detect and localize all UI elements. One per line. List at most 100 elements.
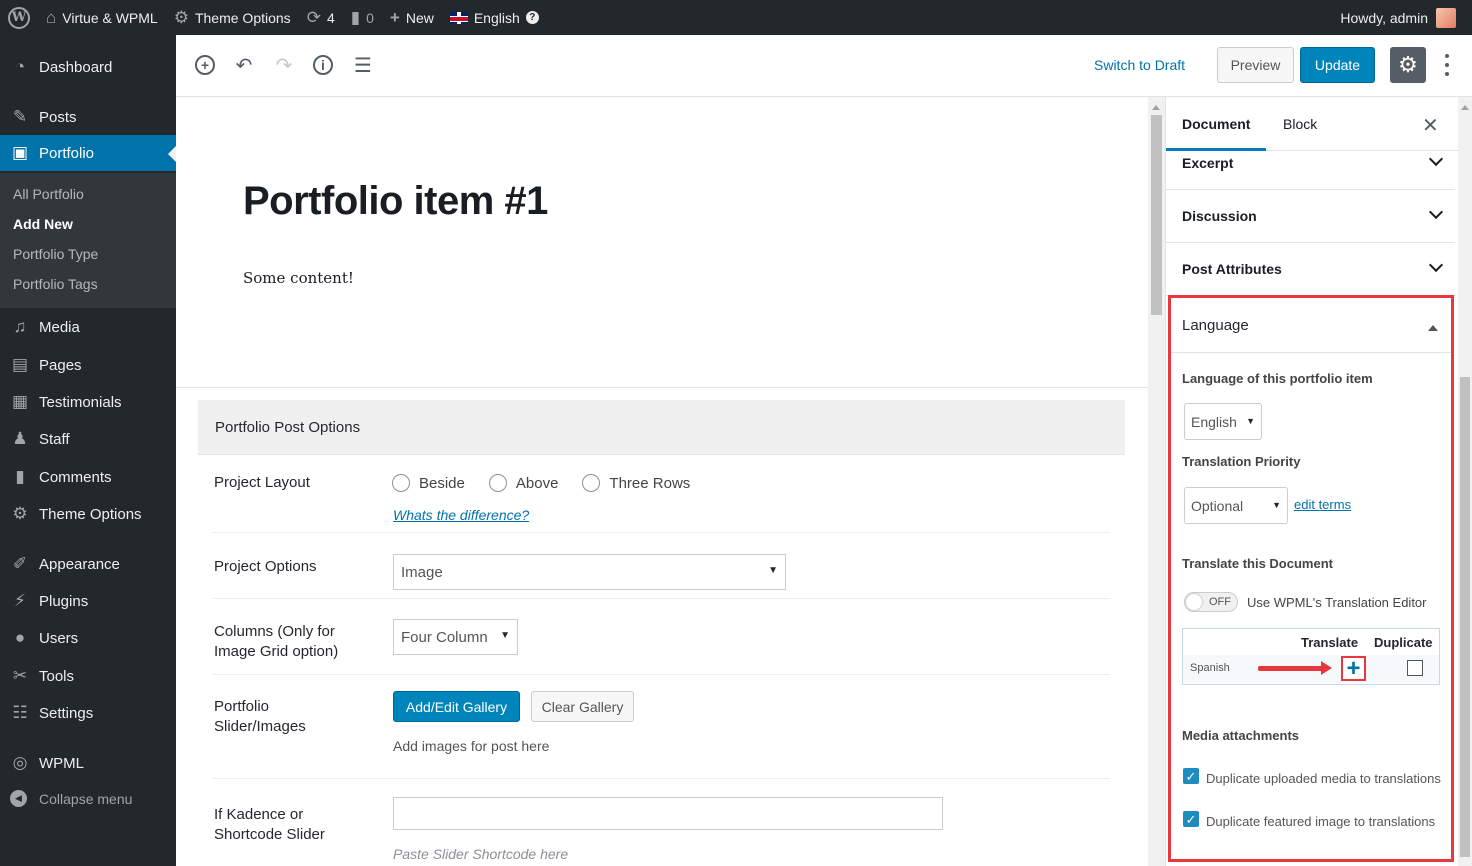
new-content-link[interactable]: + New <box>382 0 442 35</box>
submenu-all-portfolio[interactable]: All Portfolio <box>13 186 84 202</box>
menu-portfolio[interactable]: ▣ Portfolio <box>0 135 176 171</box>
redo-button[interactable]: ↷ <box>272 53 296 77</box>
comments-link[interactable]: ▮ 0 <box>343 0 382 35</box>
menu-staff[interactable]: ♟ Staff <box>0 421 176 457</box>
gallery-row: Portfolio Slider/Images Add/Edit Gallery… <box>212 675 1110 779</box>
columns-label: Columns (Only for Image Grid option) <box>214 623 339 660</box>
menu-users[interactable]: ● Users <box>0 620 176 656</box>
collapse-menu-button[interactable]: ◀ Collapse menu <box>10 790 132 807</box>
sidebar-scrollbar[interactable] <box>1458 97 1472 866</box>
site-name-link[interactable]: ⌂ Virtue & WPML <box>38 0 166 35</box>
menu-theme-options[interactable]: ⚙ Theme Options <box>0 496 176 532</box>
menu-media[interactable]: ♫ Media <box>0 309 176 345</box>
home-icon: ⌂ <box>46 8 57 27</box>
panel-post-attributes[interactable]: Post Attributes <box>1166 243 1455 296</box>
panel-title: Discussion <box>1182 208 1257 224</box>
project-options-label: Project Options <box>214 558 317 575</box>
menu-posts[interactable]: ✎ Posts <box>0 99 176 135</box>
menu-label: Dashboard <box>39 58 113 76</box>
menu-dashboard[interactable]: ◔ Dashboard <box>0 49 176 85</box>
language-panel: Language Language of this portfolio item… <box>1168 295 1454 862</box>
block-navigation-button[interactable]: ☰ <box>351 53 375 77</box>
more-tools-button[interactable] <box>1438 51 1456 79</box>
language-switcher[interactable]: English ? <box>442 0 547 35</box>
dropdown-arrow-icon: ▼ <box>768 565 778 576</box>
panel-excerpt[interactable]: Excerpt <box>1166 137 1455 190</box>
theme-options-link[interactable]: ⚙ Theme Options <box>166 0 299 35</box>
update-button[interactable]: Update <box>1300 47 1375 83</box>
submenu-portfolio-tags[interactable]: Portfolio Tags <box>13 276 98 292</box>
menu-wpml[interactable]: ◎ WPML <box>0 745 176 781</box>
menu-pages[interactable]: ▤ Pages <box>0 347 176 383</box>
submenu-add-new[interactable]: Add New <box>13 216 73 232</box>
panel-discussion[interactable]: Discussion <box>1166 190 1455 243</box>
menu-settings[interactable]: ☷ Settings <box>0 695 176 731</box>
menu-comments[interactable]: ▮ Comments <box>0 459 176 495</box>
menu-label: Theme Options <box>39 505 142 523</box>
content-info-button[interactable]: i <box>311 53 335 77</box>
duplicate-checkbox[interactable] <box>1407 660 1423 676</box>
radio-circle[interactable] <box>488 474 507 492</box>
updates-link[interactable]: ⟳ 4 <box>299 0 343 35</box>
editor-scrollbar[interactable] <box>1148 97 1165 866</box>
collapse-label: Collapse menu <box>39 790 133 807</box>
translation-editor-toggle[interactable]: OFF <box>1184 592 1238 612</box>
language-panel-title: Language <box>1182 316 1249 334</box>
switch-to-draft-button[interactable]: Switch to Draft <box>1094 57 1185 73</box>
wp-logo-menu[interactable]: W <box>0 0 38 35</box>
clear-gallery-button[interactable]: Clear Gallery <box>531 691 634 722</box>
staff-icon: ♟ <box>12 429 28 448</box>
menu-testimonials[interactable]: ▦ Testimonials <box>0 384 176 420</box>
radio-above[interactable]: Above <box>488 474 558 492</box>
pages-icon: ▤ <box>11 355 29 374</box>
translation-priority-label: Translation Priority <box>1182 454 1301 469</box>
portfolio-options-heading[interactable]: Portfolio Post Options <box>198 400 1125 455</box>
preview-button[interactable]: Preview <box>1217 47 1294 83</box>
menu-appearance[interactable]: ✐ Appearance <box>0 546 176 582</box>
add-edit-gallery-button[interactable]: Add/Edit Gallery <box>393 691 520 722</box>
translation-priority-select[interactable]: Optional ▼ <box>1184 487 1288 524</box>
radio-circle[interactable] <box>392 474 410 492</box>
submenu-portfolio-type[interactable]: Portfolio Type <box>13 246 98 262</box>
language-select[interactable]: English ▼ <box>1184 403 1262 440</box>
menu-label: Posts <box>39 108 77 126</box>
columns-select[interactable]: Four Column ▼ <box>393 619 518 655</box>
editor-canvas: Portfolio item #1 Some content! Portfoli… <box>176 97 1148 866</box>
menu-label: Tools <box>39 667 75 685</box>
help-icon[interactable]: ? <box>525 11 539 24</box>
radio-circle[interactable] <box>582 474 601 492</box>
project-options-select[interactable]: Image ▼ <box>393 554 786 590</box>
scroll-up-arrow-icon[interactable] <box>1152 101 1160 110</box>
edit-terms-link[interactable]: edit terms <box>1294 497 1351 512</box>
menu-label: Portfolio <box>39 144 95 162</box>
settings-toggle-button[interactable]: ⚙ <box>1390 47 1426 83</box>
post-title[interactable]: Portfolio item #1 <box>243 179 548 224</box>
scroll-up-arrow-icon[interactable] <box>1461 101 1469 110</box>
whats-the-difference-link[interactable]: Whats the difference? <box>393 507 529 523</box>
menu-tools[interactable]: ✂ Tools <box>0 658 176 694</box>
select-value: Image <box>401 563 443 581</box>
project-layout-label: Project Layout <box>214 474 310 491</box>
paragraph-block[interactable]: Some content! <box>243 269 354 287</box>
add-translation-button[interactable]: + <box>1341 656 1366 681</box>
menu-label: Comments <box>39 468 112 486</box>
close-sidebar-button[interactable]: ✕ <box>1422 113 1439 138</box>
panel-title: Post Attributes <box>1182 261 1282 277</box>
scrollbar-thumb[interactable] <box>1151 115 1162 315</box>
my-account-link[interactable]: Howdy, admin <box>1332 0 1464 35</box>
close-icon: ✕ <box>1422 115 1439 137</box>
settings-icon: ☷ <box>12 703 28 722</box>
editor-header: + ↶ ↷ i ☰ Switch to Draft Preview Update… <box>176 35 1472 97</box>
slider-placeholder-hint: Paste Slider Shortcode here <box>393 846 569 862</box>
add-block-button[interactable]: + <box>193 53 217 77</box>
undo-button[interactable]: ↶ <box>232 53 256 77</box>
menu-label: Pages <box>39 356 82 374</box>
toggle-state: OFF <box>1209 596 1231 608</box>
duplicate-column-header: Duplicate <box>1374 635 1433 650</box>
radio-three-rows[interactable]: Three Rows <box>582 474 690 492</box>
menu-plugins[interactable]: ⚡ Plugins <box>0 583 176 619</box>
scrollbar-thumb[interactable] <box>1460 377 1470 857</box>
slider-shortcode-input[interactable] <box>393 797 943 830</box>
language-panel-header[interactable]: Language <box>1171 298 1451 353</box>
radio-beside[interactable]: Beside <box>392 474 465 492</box>
